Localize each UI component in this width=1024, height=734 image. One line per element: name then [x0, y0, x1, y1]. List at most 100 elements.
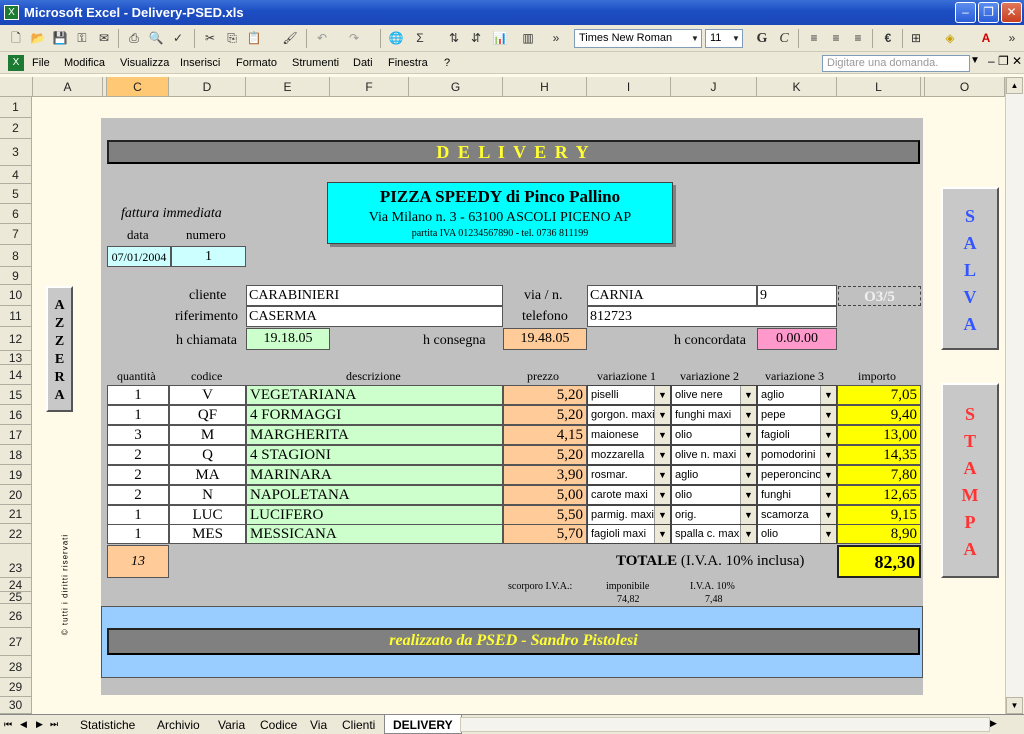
ref-field[interactable]: CASERMA	[246, 306, 503, 327]
row-price[interactable]: 5,50	[503, 505, 587, 525]
minimize-button[interactable]: –	[955, 2, 976, 23]
row-header[interactable]: 4	[0, 166, 32, 184]
row-header[interactable]: 28	[0, 656, 32, 678]
font-color-icon[interactable]: A	[976, 29, 996, 48]
chevron-down-icon[interactable]: ▼	[654, 406, 670, 424]
restore-button[interactable]: ❐	[978, 2, 999, 23]
menu-dati[interactable]: Dati	[353, 56, 373, 70]
menu-help[interactable]: ?	[444, 56, 450, 70]
row-qty[interactable]: 1	[107, 524, 169, 544]
row-code[interactable]: N	[169, 485, 246, 505]
column-header[interactable]: F	[330, 77, 409, 97]
row-header[interactable]: 17	[0, 425, 32, 445]
row-desc[interactable]: 4 STAGIONI	[246, 445, 503, 465]
row-code[interactable]: QF	[169, 405, 246, 425]
chevron-down-icon[interactable]: ▼	[654, 525, 670, 543]
row-code[interactable]: MA	[169, 465, 246, 485]
row-header[interactable]: 29	[0, 678, 32, 697]
row-qty[interactable]: 2	[107, 465, 169, 485]
row-header[interactable]: 2	[0, 118, 32, 139]
select-all-corner[interactable]	[0, 77, 33, 97]
open-folder-icon[interactable]: 📂	[28, 29, 48, 48]
row-header[interactable]: 16	[0, 405, 32, 425]
sort-descending-icon[interactable]: ⇵	[466, 29, 486, 48]
variation-select[interactable]: mozzarella ▼	[587, 445, 671, 465]
more-buttons-icon-2[interactable]: »	[1002, 29, 1022, 48]
menu-visualizza[interactable]: Visualizza	[120, 56, 169, 70]
menu-formato[interactable]: Formato	[236, 56, 277, 70]
row-price[interactable]: 5,20	[503, 385, 587, 405]
row-code[interactable]: V	[169, 385, 246, 405]
row-code[interactable]: M	[169, 425, 246, 445]
sort-ascending-icon[interactable]: ⇅	[444, 29, 464, 48]
chevron-down-icon[interactable]: ▼	[820, 486, 836, 504]
chevron-down-icon[interactable]: ▼	[820, 525, 836, 543]
chevron-down-icon[interactable]: ▼	[740, 466, 756, 484]
variation-select[interactable]: fagioli ▼	[757, 425, 837, 445]
variation-select[interactable]: olio ▼	[671, 485, 757, 505]
row-header[interactable]: 27	[0, 628, 32, 656]
variation-select[interactable]: scamorza ▼	[757, 505, 837, 525]
variation-select[interactable]: fagioli maxi ▼	[587, 524, 671, 544]
vertical-scrollbar[interactable]: ▲ ▼	[1005, 77, 1024, 714]
chevron-down-icon[interactable]: ▼	[740, 506, 756, 524]
tab-statistiche[interactable]: Statistiche	[80, 718, 135, 732]
row-header[interactable]: 12	[0, 327, 32, 351]
row-qty[interactable]: 1	[107, 505, 169, 525]
redo-icon[interactable]: ↷	[344, 29, 364, 48]
email-icon[interactable]: ✉	[94, 29, 114, 48]
format-painter-icon[interactable]: 🖌	[280, 29, 300, 48]
column-header[interactable]: D	[169, 77, 246, 97]
next-sheet-icon[interactable]: ▶	[36, 719, 43, 730]
autosum-icon[interactable]: Σ	[410, 29, 430, 48]
tab-via[interactable]: Via	[310, 718, 327, 732]
row-desc[interactable]: 4 FORMAGGI	[246, 405, 503, 425]
row-price[interactable]: 5,20	[503, 445, 587, 465]
align-center-icon[interactable]: ≡	[826, 29, 846, 48]
chevron-down-icon[interactable]: ▼	[740, 426, 756, 444]
chevron-down-icon[interactable]: ▼	[654, 426, 670, 444]
excel-app-icon[interactable]: X	[4, 5, 19, 20]
date-field[interactable]: 07/01/2004	[107, 246, 171, 267]
row-qty[interactable]: 1	[107, 405, 169, 425]
menu-inserisci[interactable]: Inserisci	[180, 56, 220, 70]
first-sheet-icon[interactable]: ⏮	[4, 719, 12, 730]
row-qty[interactable]: 3	[107, 425, 169, 445]
column-header[interactable]: L	[837, 77, 921, 97]
tab-delivery[interactable]: DELIVERY	[384, 715, 462, 734]
paste-icon[interactable]: 📋	[244, 29, 264, 48]
variation-select[interactable]: maionese ▼	[587, 425, 671, 445]
column-header[interactable]: I	[587, 77, 671, 97]
row-header[interactable]: 11	[0, 306, 32, 327]
row-desc[interactable]: VEGETARIANA	[246, 385, 503, 405]
new-file-icon[interactable]: 🗋	[6, 29, 26, 48]
scroll-right-icon[interactable]: ▶	[990, 718, 997, 729]
chevron-down-icon[interactable]: ▼	[654, 506, 670, 524]
column-header[interactable]: H	[503, 77, 587, 97]
row-code[interactable]: Q	[169, 445, 246, 465]
font-size-select[interactable]: 11 ▼	[705, 29, 743, 48]
tab-clienti[interactable]: Clienti	[342, 718, 375, 732]
agreed-time-field[interactable]: 0.00.00	[757, 328, 837, 350]
row-header[interactable]: 1	[0, 97, 32, 118]
row-header[interactable]: 6	[0, 204, 32, 224]
cut-icon[interactable]: ✂	[200, 29, 220, 48]
row-header[interactable]: 8	[0, 245, 32, 267]
row-qty[interactable]: 1	[107, 385, 169, 405]
variation-select[interactable]: pomodorini ▼	[757, 445, 837, 465]
column-header[interactable]: O	[925, 77, 1005, 97]
row-header[interactable]: 10	[0, 285, 32, 306]
permission-icon[interactable]: ⚿	[72, 29, 92, 48]
row-header[interactable]: 7	[0, 224, 32, 245]
bold-icon[interactable]: G	[752, 29, 772, 48]
scroll-down-icon[interactable]: ▼	[1006, 697, 1023, 714]
chevron-down-icon[interactable]: ▼	[740, 525, 756, 543]
restore-workbook-icon[interactable]: ❐	[998, 54, 1009, 68]
save-icon[interactable]: 💾	[50, 29, 70, 48]
minimize-workbook-icon[interactable]: –	[988, 54, 995, 68]
row-header[interactable]: 23	[0, 544, 32, 578]
currency-icon[interactable]: €	[878, 29, 898, 48]
phone-field[interactable]: 812723	[587, 306, 837, 327]
row-header[interactable]: 22	[0, 524, 32, 544]
row-header[interactable]: 19	[0, 465, 32, 485]
